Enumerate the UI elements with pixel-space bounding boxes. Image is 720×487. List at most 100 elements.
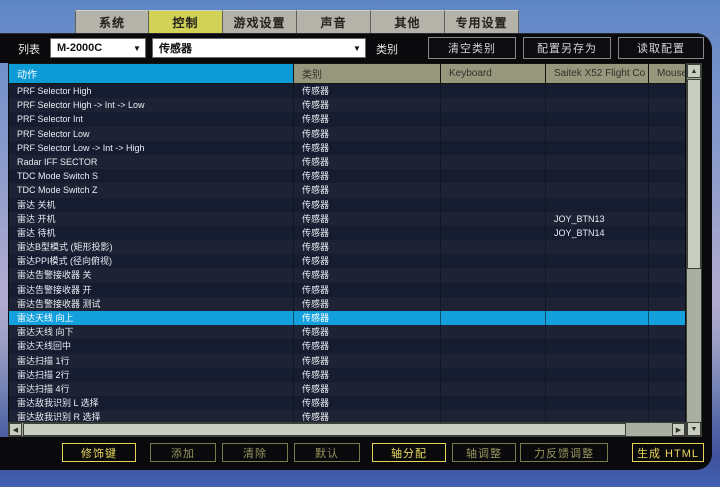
scroll-left-icon[interactable]: ◀ bbox=[9, 423, 22, 436]
cell-keyboard bbox=[441, 254, 546, 268]
footer-button[interactable]: 轴分配 bbox=[372, 443, 446, 462]
table-row[interactable]: 雷达敌我识别 L 选择 传感器 bbox=[9, 396, 685, 410]
column-header[interactable]: Saitek X52 Flight Co bbox=[546, 64, 649, 83]
cell-keyboard bbox=[441, 84, 546, 98]
table-row[interactable]: 雷达天线回中 传感器 bbox=[9, 339, 685, 353]
toolbar-button[interactable]: 读取配置 bbox=[618, 37, 704, 59]
cell-keyboard bbox=[441, 410, 546, 422]
cell-joystick bbox=[546, 354, 649, 368]
footer-button[interactable]: 力反馈调整 bbox=[520, 443, 608, 462]
cell-category: 传感器 bbox=[294, 240, 441, 254]
cell-action: 雷达 关机 bbox=[9, 198, 294, 212]
column-header[interactable]: 动作 bbox=[9, 64, 294, 83]
tab-label: 其他 bbox=[394, 14, 420, 31]
table-row[interactable]: 雷达天线 向下 传感器 bbox=[9, 325, 685, 339]
cell-category: 传感器 bbox=[294, 127, 441, 141]
aircraft-dropdown-value: M-2000C bbox=[51, 42, 129, 54]
vertical-scrollbar[interactable]: ▲ ▼ bbox=[686, 63, 702, 437]
cell-action: 雷达扫描 4行 bbox=[9, 382, 294, 396]
footer-button[interactable]: 轴调整 bbox=[452, 443, 516, 462]
cell-mouse bbox=[649, 382, 685, 396]
table-row[interactable]: 雷达 开机 传感器 JOY_BTN13 bbox=[9, 212, 685, 226]
cell-action: 雷达告警接收器 开 bbox=[9, 283, 294, 297]
category-dropdown-value: 传感器 bbox=[153, 40, 349, 56]
table-row[interactable]: 雷达告警接收器 测试 传感器 bbox=[9, 297, 685, 311]
cell-joystick bbox=[546, 155, 649, 169]
table-row[interactable]: 雷达天线 向上 传感器 bbox=[9, 311, 685, 325]
table-row[interactable]: TDC Mode Switch S 传感器 bbox=[9, 169, 685, 183]
table-body: PRF Selector High 传感器 PRF Selector High … bbox=[8, 84, 686, 422]
cell-category: 传感器 bbox=[294, 268, 441, 282]
column-header[interactable]: Keyboard bbox=[441, 64, 546, 83]
table-row[interactable]: 雷达告警接收器 关 传感器 bbox=[9, 268, 685, 282]
cell-joystick bbox=[546, 141, 649, 155]
cell-action: 雷达天线回中 bbox=[9, 339, 294, 353]
tab-游戏设置[interactable]: 游戏设置 bbox=[223, 10, 297, 33]
cell-category: 传感器 bbox=[294, 410, 441, 422]
cell-mouse bbox=[649, 212, 685, 226]
table-row[interactable]: PRF Selector Int 传感器 bbox=[9, 112, 685, 126]
category-dropdown[interactable]: 传感器 ▼ bbox=[152, 38, 366, 58]
cell-mouse bbox=[649, 127, 685, 141]
table-row[interactable]: 雷达敌我识别 R 选择 传感器 bbox=[9, 410, 685, 422]
horizontal-scrollbar[interactable]: ◀ ▶ bbox=[8, 422, 686, 437]
cell-keyboard bbox=[441, 112, 546, 126]
cell-action: PRF Selector High bbox=[9, 84, 294, 98]
table-row[interactable]: PRF Selector Low -> Int -> High 传感器 bbox=[9, 141, 685, 155]
column-header[interactable]: Mouse bbox=[649, 64, 685, 83]
cell-category: 传感器 bbox=[294, 382, 441, 396]
scroll-down-icon[interactable]: ▼ bbox=[687, 422, 701, 436]
table-row[interactable]: TDC Mode Switch Z 传感器 bbox=[9, 183, 685, 197]
table-row[interactable]: PRF Selector Low 传感器 bbox=[9, 127, 685, 141]
cell-keyboard bbox=[441, 155, 546, 169]
table-row[interactable]: Radar IFF SECTOR 传感器 bbox=[9, 155, 685, 169]
column-header[interactable]: 类别 bbox=[294, 64, 441, 83]
footer-button[interactable]: 默认 bbox=[294, 443, 360, 462]
cell-category: 传感器 bbox=[294, 183, 441, 197]
list-label: 列表 bbox=[18, 41, 40, 57]
scroll-right-icon[interactable]: ▶ bbox=[672, 423, 685, 436]
cell-action: TDC Mode Switch Z bbox=[9, 183, 294, 197]
toolbar-button[interactable]: 清空类别 bbox=[428, 37, 516, 59]
table-row[interactable]: 雷达 关机 传感器 bbox=[9, 198, 685, 212]
table-row[interactable]: 雷达告警接收器 开 传感器 bbox=[9, 283, 685, 297]
vertical-scrollbar-thumb[interactable] bbox=[687, 79, 701, 269]
footer-button[interactable]: 添加 bbox=[150, 443, 216, 462]
scroll-up-icon[interactable]: ▲ bbox=[687, 64, 701, 78]
tab-声音[interactable]: 声音 bbox=[297, 10, 371, 33]
chevron-down-icon: ▼ bbox=[129, 44, 145, 53]
cell-mouse bbox=[649, 240, 685, 254]
cell-category: 传感器 bbox=[294, 311, 441, 325]
horizontal-scrollbar-thumb[interactable] bbox=[23, 423, 626, 436]
table-row[interactable]: 雷达扫描 1行 传感器 bbox=[9, 354, 685, 368]
cell-mouse bbox=[649, 169, 685, 183]
table-row[interactable]: PRF Selector High 传感器 bbox=[9, 84, 685, 98]
cell-joystick bbox=[546, 254, 649, 268]
aircraft-dropdown[interactable]: M-2000C ▼ bbox=[50, 38, 146, 58]
cell-action: Radar IFF SECTOR bbox=[9, 155, 294, 169]
table-row[interactable]: 雷达扫描 2行 传感器 bbox=[9, 368, 685, 382]
footer-button[interactable]: 生成 HTML bbox=[632, 443, 704, 462]
cell-category: 传感器 bbox=[294, 339, 441, 353]
footer-button[interactable]: 清除 bbox=[222, 443, 288, 462]
footer-button[interactable]: 修饰键 bbox=[62, 443, 136, 462]
cell-keyboard bbox=[441, 382, 546, 396]
table-row[interactable]: 雷达扫描 4行 传感器 bbox=[9, 382, 685, 396]
cell-category: 传感器 bbox=[294, 226, 441, 240]
cell-action: PRF Selector Low -> Int -> High bbox=[9, 141, 294, 155]
tab-其他[interactable]: 其他 bbox=[371, 10, 445, 33]
tab-系统[interactable]: 系统 bbox=[75, 10, 149, 33]
tab-控制[interactable]: 控制 bbox=[149, 10, 223, 33]
cell-keyboard bbox=[441, 325, 546, 339]
cell-mouse bbox=[649, 311, 685, 325]
table-row[interactable]: 雷达B型模式 (矩形投影) 传感器 bbox=[9, 240, 685, 254]
cell-category: 传感器 bbox=[294, 155, 441, 169]
cell-joystick bbox=[546, 183, 649, 197]
tab-专用设置[interactable]: 专用设置 bbox=[445, 10, 519, 33]
table-row[interactable]: PRF Selector High -> Int -> Low 传感器 bbox=[9, 98, 685, 112]
cell-mouse bbox=[649, 339, 685, 353]
table-row[interactable]: 雷达PPI模式 (径向俯视) 传感器 bbox=[9, 254, 685, 268]
toolbar-button[interactable]: 配置另存为 bbox=[523, 37, 611, 59]
table-row[interactable]: 雷达 待机 传感器 JOY_BTN14 bbox=[9, 226, 685, 240]
cell-category: 传感器 bbox=[294, 283, 441, 297]
